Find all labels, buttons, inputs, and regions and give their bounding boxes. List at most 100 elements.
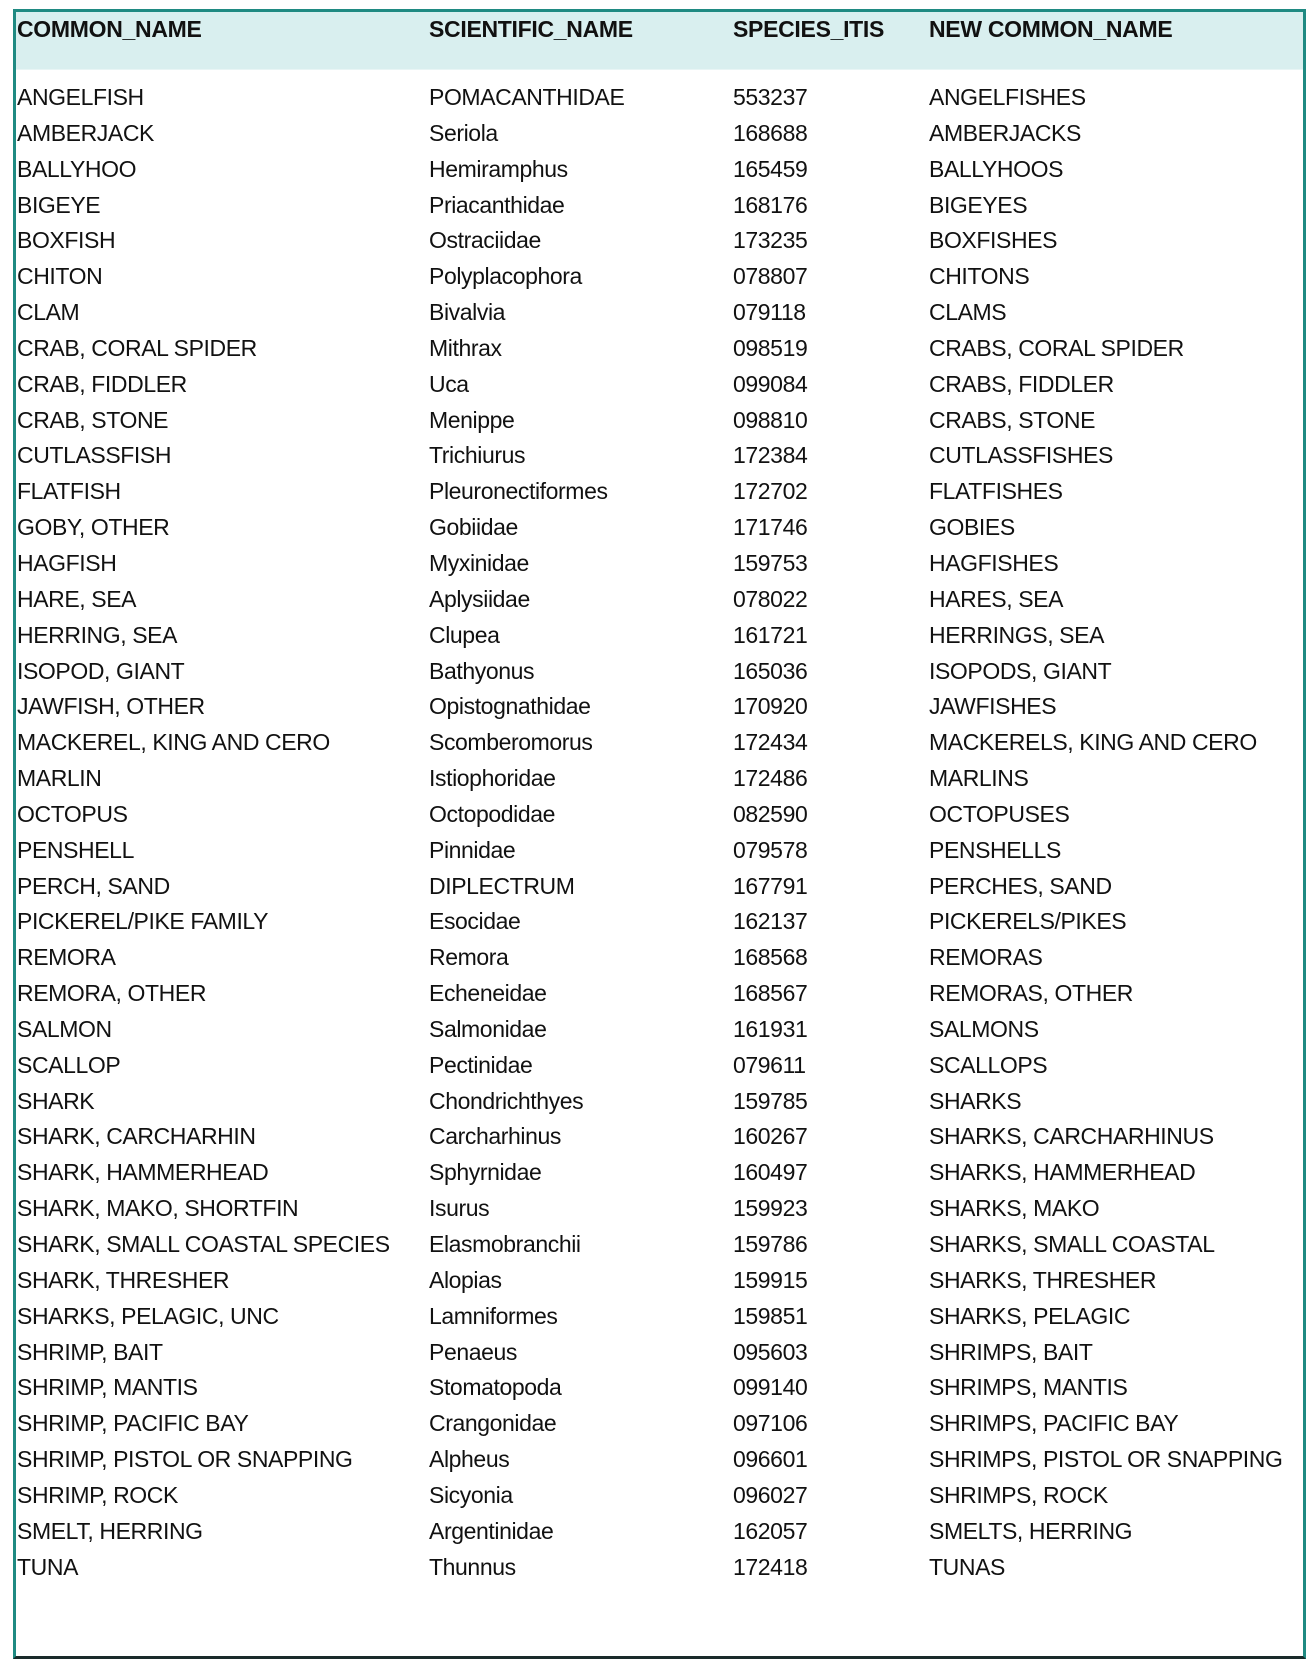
cell-species-itis: 172486: [733, 765, 808, 792]
column-header-species-itis: SPECIES_ITIS: [733, 16, 885, 42]
table-row: CUTLASSFISH Trichiurus 172384 CUTLASSFISHES: [16, 440, 1303, 476]
cell-scientific-name: Opistognathidae: [429, 693, 591, 720]
cell-scientific-name: Echeneidae: [429, 980, 547, 1007]
cell-new-common-name: CRABS, STONE: [929, 406, 1096, 433]
cell-species-itis: 078807: [733, 263, 808, 290]
cell-new-common-name: CRABS, FIDDLER: [929, 370, 1114, 397]
cell-scientific-name: Hemiramphus: [429, 155, 568, 182]
cell-common-name: SCALLOP: [17, 1051, 121, 1078]
cell-new-common-name: OCTOPUSES: [929, 800, 1070, 827]
cell-scientific-name: Remora: [429, 944, 509, 971]
cell-scientific-name: Scomberomorus: [429, 729, 593, 756]
cell-new-common-name: PERCHES, SAND: [929, 872, 1112, 899]
cell-species-itis: 168688: [733, 119, 808, 146]
cell-common-name: HERRING, SEA: [17, 621, 178, 648]
cell-new-common-name: SHRIMPS, PISTOL OR SNAPPING: [929, 1446, 1283, 1473]
cell-common-name: BIGEYE: [17, 191, 101, 218]
cell-scientific-name: Bivalvia: [429, 299, 506, 326]
cell-scientific-name: Pleuronectiformes: [429, 478, 608, 505]
cell-new-common-name: SALMONS: [929, 1015, 1039, 1042]
cell-species-itis: 096601: [733, 1446, 808, 1473]
cell-scientific-name: Carcharhinus: [429, 1123, 561, 1150]
cell-species-itis: 160267: [733, 1123, 808, 1150]
cell-new-common-name: SCALLOPS: [929, 1051, 1048, 1078]
cell-species-itis: 159851: [733, 1302, 808, 1329]
table-body: ANGELFISH POMACANTHIDAE 553237 ANGELFISHES A…: [16, 82, 1303, 1587]
cell-species-itis: 099084: [733, 370, 808, 397]
cell-species-itis: 095603: [733, 1338, 808, 1365]
cell-scientific-name: Isurus: [429, 1195, 490, 1222]
cell-scientific-name: Salmonidae: [429, 1015, 547, 1042]
table-row: SHARK, HAMMERHEAD Sphyrnidae 160497 SHARKS,…: [16, 1157, 1303, 1193]
cell-scientific-name: Thunnus: [429, 1553, 516, 1580]
cell-scientific-name: Crangonidae: [429, 1410, 557, 1437]
table-row: SMELT, HERRING Argentinidae 162057 SMELTS, …: [16, 1516, 1303, 1552]
table-row: AMBERJACK Seriola 168688 AMBERJACKS: [16, 118, 1303, 154]
cell-species-itis: 079578: [733, 836, 808, 863]
cell-new-common-name: BIGEYES: [929, 191, 1028, 218]
cell-scientific-name: Elasmobranchii: [429, 1231, 581, 1257]
cell-common-name: SHARK: [17, 1087, 95, 1114]
cell-species-itis: 160497: [733, 1159, 808, 1186]
cell-new-common-name: SHARKS, THRESHER: [929, 1266, 1157, 1293]
cell-new-common-name: PICKERELS/PIKES: [929, 908, 1127, 935]
table-row: MARLIN Istiophoridae 172486 MARLINS: [16, 763, 1303, 799]
table-row: ISOPOD, GIANT Bathyonus 165036 ISOPODS, GIA…: [16, 656, 1303, 692]
cell-species-itis: 078022: [733, 585, 808, 612]
cell-scientific-name: Myxinidae: [429, 549, 529, 576]
cell-common-name: SHRIMP, MANTIS: [17, 1374, 198, 1401]
cell-new-common-name: REMORAS: [929, 944, 1043, 971]
cell-new-common-name: SHRIMPS, PACIFIC BAY: [929, 1410, 1179, 1437]
cell-species-itis: 168567: [733, 980, 808, 1007]
cell-common-name: HARE, SEA: [17, 585, 137, 612]
cell-new-common-name: SHARKS: [929, 1087, 1022, 1114]
cell-new-common-name: SMELTS, HERRING: [929, 1517, 1133, 1544]
cell-species-itis: 165036: [733, 657, 808, 684]
table-row: SHRIMP, BAIT Penaeus 095603 SHRIMPS, BAIT: [16, 1337, 1303, 1373]
table-row: CRAB, FIDDLER Uca 099084 CRABS, FIDDLER: [16, 369, 1303, 405]
cell-species-itis: 161931: [733, 1015, 808, 1042]
column-header-scientific-name: SCIENTIFIC_NAME: [429, 16, 633, 42]
cell-species-itis: 079611: [733, 1051, 806, 1078]
table-row: CRAB, STONE Menippe 098810 CRABS, STONE: [16, 405, 1303, 441]
cell-common-name: AMBERJACK: [17, 119, 154, 146]
table-row: MACKEREL, KING AND CERO Scomberomorus 1724…: [16, 727, 1303, 763]
cell-common-name: SALMON: [17, 1015, 112, 1042]
table-row: GOBY, OTHER Gobiidae 171746 GOBIES: [16, 512, 1303, 548]
cell-new-common-name: JAWFISHES: [929, 693, 1057, 720]
cell-common-name: MARLIN: [17, 765, 102, 792]
cell-common-name: ISOPOD, GIANT: [17, 657, 185, 684]
cell-new-common-name: MACKERELS, KING AND CERO: [929, 729, 1257, 756]
cell-new-common-name: CUTLASSFISHES: [929, 442, 1113, 469]
cell-new-common-name: CLAMS: [929, 299, 1007, 326]
cell-species-itis: 098810: [733, 406, 808, 433]
cell-common-name: CHITON: [17, 263, 103, 290]
cell-scientific-name: Polyplacophora: [429, 263, 582, 290]
cell-scientific-name: Istiophoridae: [429, 765, 556, 792]
cell-species-itis: 161721: [733, 621, 808, 648]
cell-species-itis: 162137: [733, 908, 808, 935]
cell-scientific-name: Ostraciidae: [429, 227, 541, 254]
table-row: CRAB, CORAL SPIDER Mithrax 098519 CRABS, CO…: [16, 333, 1303, 369]
cell-scientific-name: Esocidae: [429, 908, 521, 935]
cell-scientific-name: Clupea: [429, 621, 500, 648]
cell-species-itis: 172434: [733, 729, 808, 756]
table-row: BALLYHOO Hemiramphus 165459 BALLYHOOS: [16, 154, 1303, 190]
cell-species-itis: 099140: [733, 1374, 808, 1401]
cell-common-name: SHARK, MAKO, SHORTFIN: [17, 1195, 299, 1222]
table-row: ANGELFISH POMACANTHIDAE 553237 ANGELFISHES: [16, 82, 1303, 118]
cell-scientific-name: Gobiidae: [429, 514, 518, 541]
table-row: BIGEYE Priacanthidae 168176 BIGEYES: [16, 190, 1303, 226]
cell-species-itis: 159915: [733, 1266, 808, 1293]
cell-common-name: REMORA, OTHER: [17, 980, 207, 1007]
cell-common-name: SHARK, CARCHARHIN: [17, 1123, 256, 1150]
cell-species-itis: 172702: [733, 478, 808, 505]
table-row: SHARK, SMALL COASTAL SPECIES Elasmobranch…: [16, 1229, 1303, 1265]
cell-common-name: TUNA: [17, 1553, 79, 1580]
cell-new-common-name: HAGFISHES: [929, 549, 1059, 576]
table-row: SHARKS, PELAGIC, UNC Lamniformes 159851 SHA…: [16, 1301, 1303, 1337]
cell-species-itis: 082590: [733, 800, 808, 827]
table-row: HARE, SEA Aplysiidae 078022 HARES, SEA: [16, 584, 1303, 620]
cell-species-itis: 162057: [733, 1517, 808, 1544]
cell-scientific-name: Lamniformes: [429, 1302, 558, 1329]
